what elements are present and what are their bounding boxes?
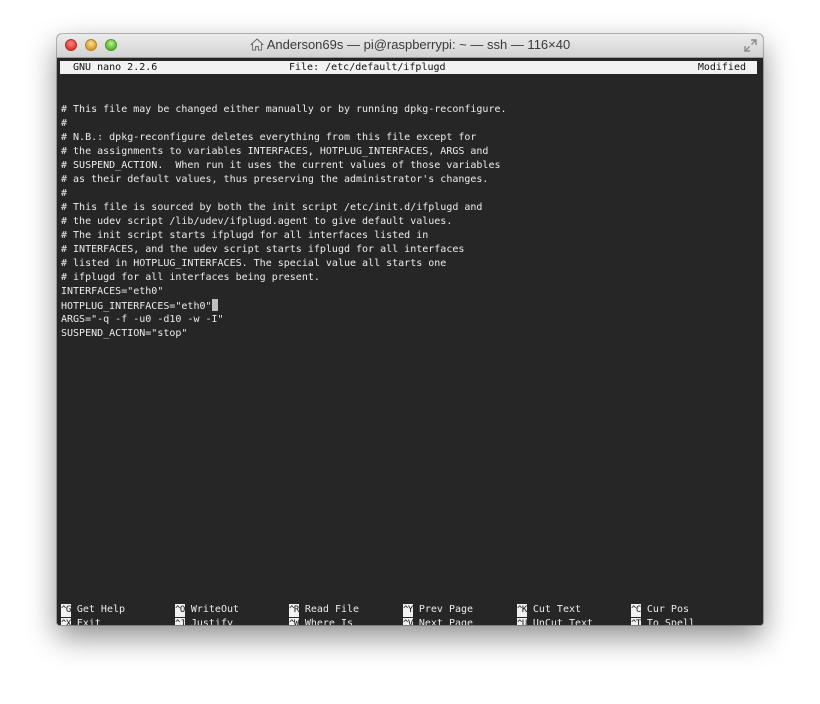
- fullscreen-icon[interactable]: [744, 39, 757, 57]
- file-line-text: # ifplugd for all interfaces being prese…: [61, 272, 320, 283]
- nano-file-name: File: /etc/default/ifplugd: [289, 62, 446, 73]
- file-line[interactable]: # as their default values, thus preservi…: [61, 173, 507, 187]
- shortcut-item[interactable]: ^W Where Is: [289, 617, 353, 625]
- shortcut-key: ^R: [289, 604, 299, 617]
- file-line-text: # the udev script /lib/udev/ifplugd.agen…: [61, 216, 453, 227]
- file-line-text: # as their default values, thus preservi…: [61, 174, 489, 185]
- file-line[interactable]: # N.B.: dpkg-reconfigure deletes everyth…: [61, 131, 507, 145]
- file-line-text: # This file is sourced by both the init …: [61, 202, 483, 213]
- file-line[interactable]: # The init script starts ifplugd for all…: [61, 229, 507, 243]
- shortcut-item[interactable]: ^U UnCut Text: [517, 617, 593, 625]
- shortcut-item[interactable]: ^G Get Help: [61, 603, 125, 617]
- file-line-text: # N.B.: dpkg-reconfigure deletes everyth…: [61, 132, 477, 143]
- shortcut-key: ^K: [517, 604, 527, 617]
- file-line[interactable]: # the assignments to variables INTERFACE…: [61, 145, 507, 159]
- file-line-text: # INTERFACES, and the udev script starts…: [61, 244, 465, 255]
- file-line[interactable]: # SUSPEND_ACTION. When run it uses the c…: [61, 159, 507, 173]
- file-line[interactable]: #: [61, 187, 507, 201]
- shortcut-key: ^T: [631, 618, 641, 625]
- shortcut-item[interactable]: ^C Cur Pos: [631, 603, 689, 617]
- shortcut-key: ^W: [289, 618, 299, 625]
- shortcut-key: ^U: [517, 618, 527, 625]
- shortcut-item[interactable]: ^K Cut Text: [517, 603, 581, 617]
- file-line[interactable]: # This file may be changed either manual…: [61, 103, 507, 117]
- nano-modified-status: Modified: [697, 62, 746, 73]
- file-line-text: ARGS="-q -f -u0 -d10 -w -I": [61, 314, 224, 325]
- nano-header-bar: GNU nano 2.2.6 File: /etc/default/ifplug…: [60, 61, 757, 74]
- file-line[interactable]: # This file is sourced by both the init …: [61, 201, 507, 215]
- text-cursor: [211, 299, 218, 311]
- shortcut-key: ^V: [403, 618, 413, 625]
- home-icon: [250, 38, 264, 54]
- shortcut-label: WriteOut: [190, 604, 240, 615]
- terminal-window: Anderson69s — pi@raspberrypi: ~ — ssh — …: [57, 34, 763, 625]
- nano-version: GNU nano 2.2.6: [73, 62, 158, 73]
- shortcut-key: ^C: [631, 604, 641, 617]
- window-title: Anderson69s — pi@raspberrypi: ~ — ssh — …: [266, 37, 571, 52]
- file-line-text: # SUSPEND_ACTION. When run it uses the c…: [61, 160, 501, 171]
- shortcut-item[interactable]: ^Y Prev Page: [403, 603, 473, 617]
- file-line[interactable]: # ifplugd for all interfaces being prese…: [61, 271, 507, 285]
- shortcut-item[interactable]: ^J Justify: [175, 617, 233, 625]
- file-line[interactable]: # the udev script /lib/udev/ifplugd.agen…: [61, 215, 507, 229]
- shortcut-item[interactable]: ^T To Spell: [631, 617, 695, 625]
- file-line-text: INTERFACES="eth0": [61, 286, 164, 297]
- shortcut-label: Get Help: [76, 604, 126, 615]
- shortcut-key: ^J: [175, 618, 185, 625]
- shortcut-key: ^G: [61, 604, 71, 617]
- file-line-text: HOTPLUG_INTERFACES="eth0": [61, 301, 212, 312]
- shortcut-label: Justify: [190, 618, 233, 625]
- file-line[interactable]: # INTERFACES, and the udev script starts…: [61, 243, 507, 257]
- file-content[interactable]: # This file may be changed either manual…: [61, 89, 507, 341]
- shortcut-key: ^O: [175, 604, 185, 617]
- shortcut-item[interactable]: ^X Exit: [61, 617, 101, 625]
- title-bar[interactable]: Anderson69s — pi@raspberrypi: ~ — ssh — …: [57, 34, 763, 58]
- file-line[interactable]: [61, 89, 507, 103]
- shortcut-label: Cut Text: [532, 604, 582, 615]
- shortcut-item[interactable]: ^O WriteOut: [175, 603, 239, 617]
- file-line[interactable]: HOTPLUG_INTERFACES="eth0": [61, 299, 507, 313]
- file-line[interactable]: INTERFACES="eth0": [61, 285, 507, 299]
- shortcut-label: To Spell: [646, 618, 696, 625]
- shortcut-label: Next Page: [418, 618, 474, 625]
- file-line-text: #: [61, 188, 68, 199]
- shortcut-label: Read File: [304, 604, 360, 615]
- file-line-text: SUSPEND_ACTION="stop": [61, 328, 188, 339]
- shortcut-label: Where Is: [304, 618, 354, 625]
- shortcut-bar: ^G Get Help ^O WriteOut ^R Read File ^Y Prev Pa…: [61, 603, 761, 625]
- shortcut-label: UnCut Text: [532, 618, 594, 625]
- file-line[interactable]: ARGS="-q -f -u0 -d10 -w -I": [61, 313, 507, 327]
- file-line-text: #: [61, 118, 68, 129]
- terminal-content[interactable]: GNU nano 2.2.6 File: /etc/default/ifplug…: [57, 58, 763, 625]
- window-title-wrap: Anderson69s — pi@raspberrypi: ~ — ssh — …: [57, 37, 763, 54]
- shortcut-key: ^X: [61, 618, 71, 625]
- shortcut-label: Exit: [76, 618, 101, 625]
- shortcut-item[interactable]: ^R Read File: [289, 603, 359, 617]
- file-line[interactable]: SUSPEND_ACTION="stop": [61, 327, 507, 341]
- file-line-text: # This file may be changed either manual…: [61, 104, 507, 115]
- file-line[interactable]: #: [61, 117, 507, 131]
- shortcut-item[interactable]: ^V Next Page: [403, 617, 473, 625]
- shortcut-label: Prev Page: [418, 604, 474, 615]
- file-line-text: # The init script starts ifplugd for all…: [61, 230, 429, 241]
- shortcut-label: Cur Pos: [646, 604, 689, 615]
- file-line[interactable]: # listed in HOTPLUG_INTERFACES. The spec…: [61, 257, 507, 271]
- shortcut-key: ^Y: [403, 604, 413, 617]
- file-line-text: # the assignments to variables INTERFACE…: [61, 146, 489, 157]
- file-line-text: # listed in HOTPLUG_INTERFACES. The spec…: [61, 258, 447, 269]
